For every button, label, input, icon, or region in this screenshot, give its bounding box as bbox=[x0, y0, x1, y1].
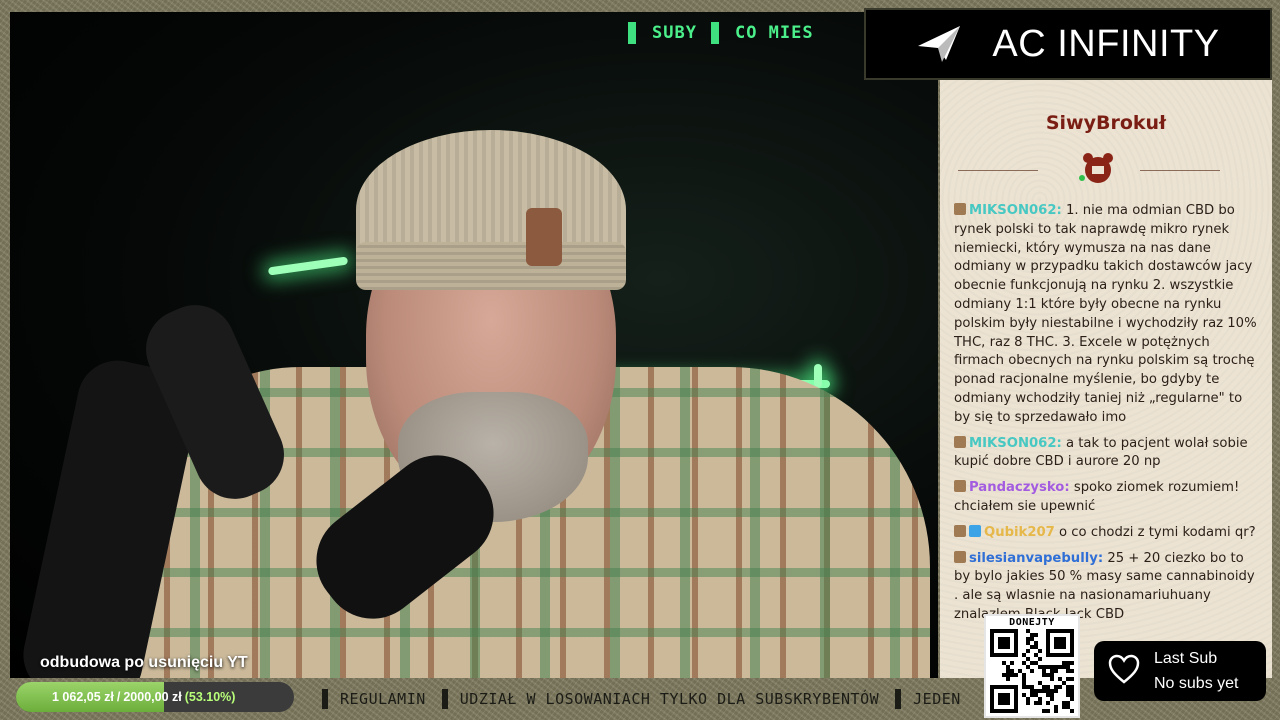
ticker-text: SUBY bbox=[652, 23, 697, 43]
goal-amounts: 1 062,05 zł / 2000,00 zł (53.10%) bbox=[52, 682, 235, 712]
ticker-divider bbox=[895, 689, 902, 709]
neon-light bbox=[267, 256, 349, 276]
chat-username[interactable]: Qubik207 bbox=[984, 525, 1055, 540]
chat-message: Pandaczysko: spoko ziomek rozumiem! chci… bbox=[954, 479, 1260, 517]
beanie-band bbox=[356, 242, 626, 290]
last-sub-value: No subs yet bbox=[1154, 675, 1239, 692]
sub-badge-icon bbox=[954, 550, 966, 563]
goal-title: odbudowa po usunięciu YT bbox=[40, 654, 248, 671]
goal-separator: / bbox=[116, 690, 121, 704]
chat-message-text: 1. nie ma odmian CBD bo rynek polski to … bbox=[954, 203, 1257, 425]
chat-username[interactable]: MIKSON062: bbox=[969, 203, 1062, 218]
chat-panel: SiwyBrokuł MIKSON062: 1. nie ma odmian C… bbox=[940, 80, 1272, 678]
ticker-item: REGULAMIN bbox=[322, 689, 426, 709]
cube-badge-icon bbox=[969, 524, 981, 537]
chat-message: MIKSON062: a tak to pacjent wolał sobie … bbox=[954, 435, 1260, 473]
ticker-text: UDZIAŁ W LOSOWANIACH TYLKO DLA SUBSKRYBE… bbox=[459, 690, 880, 708]
chat-message: Qubik207 o co chodzi z tymi kodami qr? bbox=[954, 524, 1260, 543]
chat-messages: MIKSON062: 1. nie ma odmian CBD bo rynek… bbox=[954, 202, 1260, 632]
sponsor-banner: AC INFINITY bbox=[864, 8, 1272, 80]
divider bbox=[1140, 170, 1220, 171]
chat-username[interactable]: Pandaczysko: bbox=[969, 480, 1070, 495]
ticker-item: CO MIES bbox=[710, 22, 814, 44]
paper-plane-icon bbox=[916, 24, 962, 64]
chat-message: MIKSON062: 1. nie ma odmian CBD bo rynek… bbox=[954, 202, 1260, 428]
qr-code-icon bbox=[990, 629, 1074, 713]
ticker-item: JEDEN bbox=[895, 689, 961, 709]
donation-goal-bar: 1 062,05 zł / 2000,00 zł (53.10%) bbox=[16, 682, 294, 712]
sponsor-name: AC INFINITY bbox=[992, 22, 1220, 65]
ticker-divider bbox=[710, 22, 719, 44]
sub-badge-icon bbox=[954, 480, 966, 493]
sub-badge-icon bbox=[954, 203, 966, 215]
ticker-text: CO MIES bbox=[734, 23, 814, 43]
heart-icon bbox=[1108, 654, 1140, 688]
chat-username[interactable]: MIKSON062: bbox=[969, 436, 1062, 451]
chat-channel-name: SiwyBrokuł bbox=[1045, 112, 1167, 134]
ticker-item: SUBY bbox=[628, 22, 697, 44]
divider bbox=[958, 170, 1038, 171]
chat-username[interactable]: silesianvapebully: bbox=[969, 551, 1103, 566]
ticker-item: UDZIAŁ W LOSOWANIACH TYLKO DLA SUBSKRYBE… bbox=[441, 689, 880, 709]
qr-label: DONEJTY bbox=[1009, 617, 1055, 628]
goal-current: 1 062,05 zł bbox=[52, 690, 114, 704]
ticker-divider bbox=[628, 22, 636, 44]
last-sub-widget: Last Sub No subs yet bbox=[1094, 641, 1266, 701]
goal-target: 2000,00 zł bbox=[123, 690, 182, 704]
webcam-video bbox=[10, 12, 938, 678]
last-sub-title: Last Sub bbox=[1154, 650, 1218, 667]
ticker-divider bbox=[322, 689, 328, 709]
chat-message-text: o co chodzi z tymi kodami qr? bbox=[1054, 524, 1256, 540]
bottom-ticker: REGULAMIN UDZIAŁ W LOSOWANIACH TYLKO DLA… bbox=[322, 686, 976, 712]
beanie-patch bbox=[526, 208, 562, 266]
sub-badge-icon bbox=[954, 524, 966, 537]
neon-light bbox=[814, 364, 822, 388]
ticker-divider bbox=[441, 689, 448, 709]
goal-percent: (53.10%) bbox=[184, 690, 236, 704]
ticker-text: JEDEN bbox=[913, 690, 961, 708]
ticker-text: REGULAMIN bbox=[340, 690, 426, 708]
donation-qr-code[interactable]: DONEJTY bbox=[984, 614, 1080, 718]
channel-logo-icon bbox=[1076, 150, 1120, 190]
sub-badge-icon bbox=[954, 435, 966, 448]
top-ticker: SUBY CO MIES bbox=[628, 18, 864, 48]
